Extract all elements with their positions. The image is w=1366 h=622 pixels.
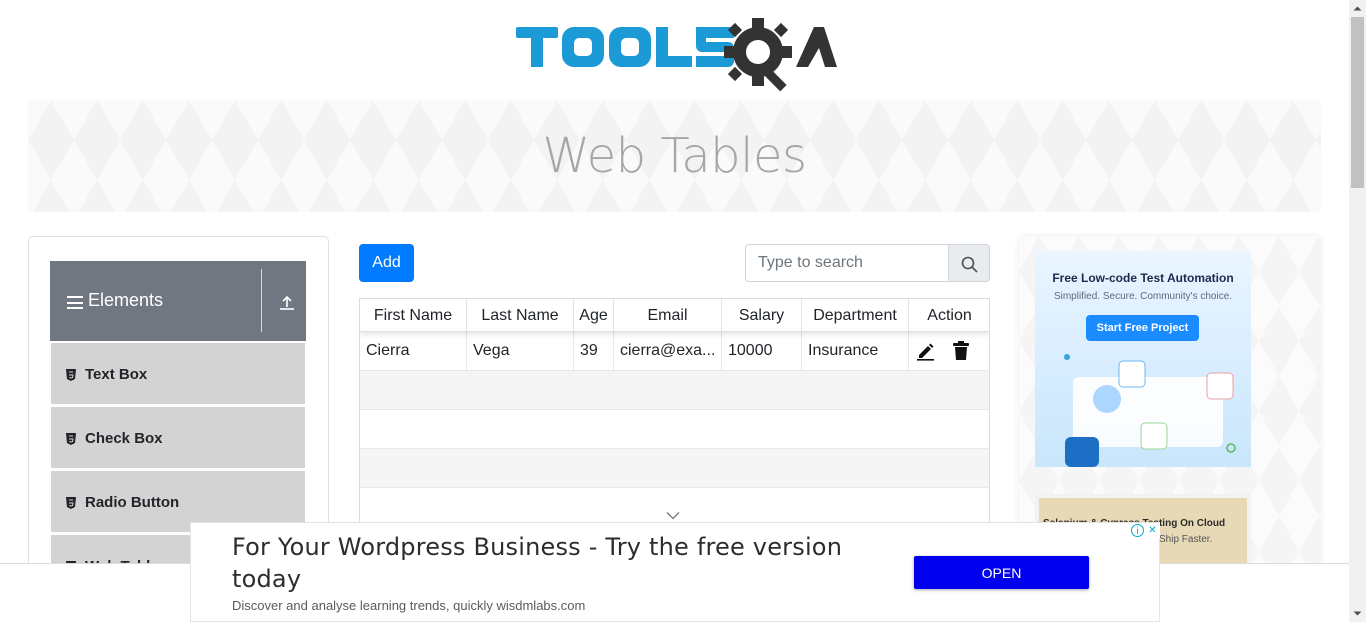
page-banner: Web Tables — [28, 100, 1321, 212]
cell-age: 39 — [574, 332, 614, 371]
elements-group-header[interactable]: Elements — [50, 261, 306, 341]
column-header-first-name[interactable]: First Name — [360, 299, 467, 332]
html-icon — [66, 496, 76, 509]
column-header-age[interactable]: Age — [574, 299, 614, 332]
add-button[interactable]: Add — [359, 244, 414, 282]
sidebar-item-label: Text Box — [85, 366, 148, 383]
table-row — [360, 410, 989, 449]
ad-subtitle: Simplified. Secure. Community's choice. — [1053, 291, 1233, 302]
scroll-down-icon — [1353, 611, 1362, 616]
cell-email: cierra@exa... — [614, 332, 722, 371]
bottom-ad[interactable]: For Your Wordpress Business - Try the fr… — [190, 522, 1160, 622]
ad-title: Free Low-code Test Automation — [1052, 271, 1234, 285]
html-icon — [66, 432, 76, 445]
edit-icon[interactable] — [916, 342, 935, 361]
cell-first-name: Cierra — [360, 332, 467, 371]
ad-headline[interactable]: For Your Wordpress Business - Try the fr… — [232, 531, 882, 595]
collapse-icon[interactable] — [278, 294, 296, 312]
sidebar-item-label: Radio Button — [85, 494, 180, 511]
ad-banner-test-automation[interactable]: Free Low-code Test Automation Simplified… — [1035, 251, 1251, 467]
web-table: First Name Last Name Age Email Salary De… — [359, 298, 990, 538]
ad-description: Discover and analyse learning trends, qu… — [232, 598, 586, 613]
sidebar-item-text-box[interactable]: Text Box — [51, 343, 305, 405]
ad-illustration — [1064, 354, 1236, 467]
column-header-last-name[interactable]: Last Name — [467, 299, 574, 332]
search-box — [745, 244, 990, 282]
menu-icon — [67, 296, 83, 309]
page: Web Tables Elements Text Box Check Box R… — [0, 0, 1349, 622]
ad-subtitle: Ship Faster. — [1159, 534, 1213, 545]
open-button[interactable]: OPEN — [914, 556, 1089, 589]
ad-choices: i ✕ — [1129, 523, 1160, 538]
start-free-project-button[interactable]: Start Free Project — [1086, 315, 1199, 341]
html-icon — [66, 368, 76, 381]
search-input[interactable] — [745, 244, 949, 282]
chevron-down-icon — [666, 507, 680, 520]
table-row: Cierra Vega 39 cierra@exa... 10000 Insur… — [360, 332, 989, 371]
column-header-department[interactable]: Department — [802, 299, 909, 332]
vertical-scrollbar[interactable] — [1349, 0, 1366, 622]
search-icon — [961, 256, 978, 273]
column-header-action: Action — [927, 307, 972, 324]
cell-salary: 10000 — [722, 332, 802, 371]
group-title: Elements — [88, 290, 164, 310]
table-header: First Name Last Name Age Email Salary De… — [360, 299, 989, 332]
info-icon[interactable]: i — [1131, 524, 1144, 537]
divider — [261, 269, 262, 332]
search-button[interactable] — [948, 244, 990, 282]
toolsqa-logo[interactable] — [514, 14, 838, 92]
scroll-up-icon — [1353, 6, 1362, 11]
table-row — [360, 449, 989, 488]
table-row — [360, 371, 989, 410]
cell-last-name: Vega — [467, 332, 574, 371]
sidebar-item-check-box[interactable]: Check Box — [51, 407, 305, 469]
scrollbar-thumb[interactable] — [1351, 17, 1364, 188]
column-header-email[interactable]: Email — [614, 299, 722, 332]
delete-icon[interactable] — [953, 341, 969, 360]
cell-department: Insurance — [802, 332, 909, 371]
column-header-salary[interactable]: Salary — [722, 299, 802, 332]
sidebar-item-label: Check Box — [85, 430, 163, 447]
close-icon[interactable]: ✕ — [1146, 524, 1159, 537]
page-title: Web Tables — [542, 128, 807, 184]
